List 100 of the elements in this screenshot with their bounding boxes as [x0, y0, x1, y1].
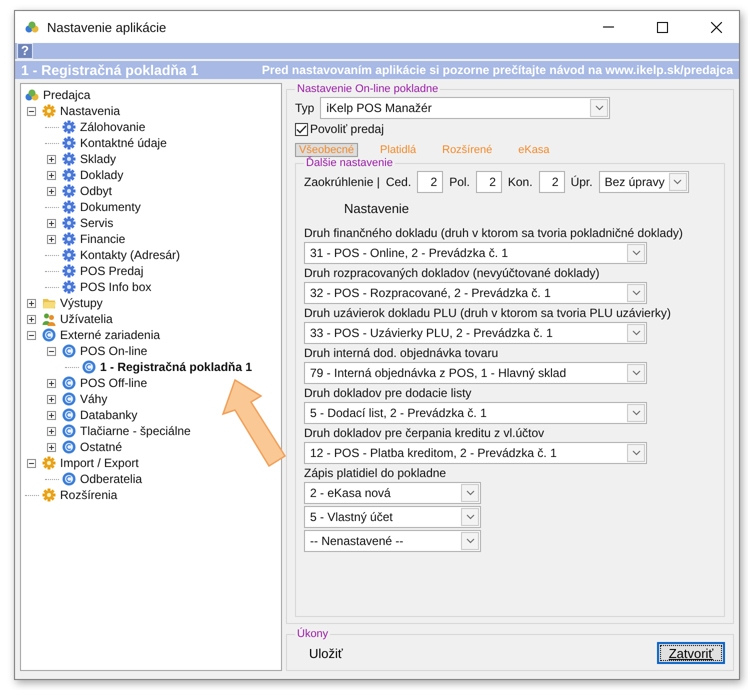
dropdown-field[interactable]: 5 - Vlastný účet: [304, 506, 481, 528]
coin-icon: [82, 360, 96, 374]
tree-item[interactable]: POS Off-line: [79, 376, 148, 390]
tree-item[interactable]: Servis: [79, 216, 114, 230]
dropdown-field[interactable]: 33 - POS - Uzávierky PLU, 2 - Prevádzka č. 1: [304, 322, 647, 344]
section-title: Nastavenie: [344, 201, 410, 216]
tree-item[interactable]: Predajca: [42, 88, 92, 102]
dropdown-field[interactable]: 2 - eKasa nová: [304, 482, 481, 504]
field-label: Úpr.: [570, 175, 593, 189]
gear-icon: [62, 280, 76, 294]
tree-item[interactable]: Odbyt: [79, 184, 114, 198]
gear-icon: [62, 248, 76, 262]
help-button[interactable]: ?: [17, 43, 33, 59]
checkbox-label: Povoliť predaj: [310, 122, 384, 136]
tree-item[interactable]: Externé zariadenia: [59, 328, 162, 342]
expander-toggle[interactable]: [47, 426, 56, 436]
tree-item[interactable]: POS On-line: [79, 344, 148, 358]
save-button[interactable]: Uložiť: [309, 646, 343, 660]
field-label: Druh dokladov pre dodacie listy: [304, 386, 472, 400]
tree-item[interactable]: Financie: [79, 232, 126, 246]
chevron-icon: [673, 179, 682, 185]
dropdown-field[interactable]: iKelp POS Manažér: [320, 97, 610, 119]
expander-toggle[interactable]: [47, 154, 56, 164]
type-label: Typ: [295, 101, 314, 115]
tree-item[interactable]: Import / Export: [59, 456, 140, 470]
coin-icon: [62, 472, 76, 486]
group-legend: Nastavenie On-line pokladne: [295, 83, 440, 95]
tree-item[interactable]: Ostatné: [79, 440, 124, 454]
tree-item[interactable]: 1 - Registračná pokladňa 1: [99, 360, 254, 374]
tree-item[interactable]: POS Info box: [79, 280, 152, 294]
dropdown-field[interactable]: 12 - POS - Platba kreditom, 2 - Prevádzka č. 1: [304, 442, 647, 464]
chevron-icon: [632, 250, 640, 256]
expander-toggle[interactable]: [47, 218, 56, 228]
dropdown-field[interactable]: 32 - POS - Rozpracované, 2 - Prevádzka č. 1: [304, 282, 647, 304]
rounding-label: Zaokrúhlenie |: [304, 175, 380, 189]
gear-icon: [62, 120, 76, 134]
page-title: 1 - Registračná pokladňa 1: [21, 62, 198, 78]
expander-toggle[interactable]: [47, 346, 56, 356]
tree-item[interactable]: Zálohovanie: [79, 120, 146, 134]
tree-item[interactable]: Nastavenia: [59, 104, 122, 118]
tree-item[interactable]: POS Predaj: [79, 264, 144, 278]
tree-item[interactable]: Databanky: [79, 408, 138, 422]
tree-item[interactable]: Odberatelia: [79, 472, 144, 486]
coin-icon: [62, 344, 76, 358]
close-button[interactable]: Zatvoriť: [657, 642, 725, 664]
tree-item[interactable]: Kontakty (Adresár): [79, 248, 182, 262]
expander-toggle[interactable]: [47, 442, 56, 452]
gear-icon: [62, 264, 76, 278]
coin-icon: [62, 408, 76, 422]
dropdown-field[interactable]: -- Nenastavené --: [304, 530, 481, 552]
tree-item[interactable]: Tlačiarne - špeciálne: [79, 424, 192, 438]
expander-toggle[interactable]: [27, 330, 36, 340]
expander-toggle[interactable]: [27, 458, 36, 468]
group-legend: Úkony: [295, 628, 330, 640]
expander-toggle[interactable]: [47, 186, 56, 196]
dropdown-field[interactable]: 79 - Interná objednávka z POS, 1 - Hlavný sklad: [304, 362, 647, 384]
coin-icon: [62, 376, 76, 390]
coin-icon: [62, 424, 76, 438]
gear-icon: [62, 232, 76, 246]
field-label: Druh interná dod. objednávka tovaru: [304, 346, 500, 360]
expander-toggle[interactable]: [47, 410, 56, 420]
dropdown-field[interactable]: 5 - Dodací list, 2 - Prevádzka č. 1: [304, 402, 647, 424]
expander-toggle[interactable]: [27, 298, 36, 308]
chevron-icon: [632, 330, 640, 336]
chevron-icon: [466, 490, 474, 496]
field-label: Zápis platidiel do pokladne: [304, 466, 448, 480]
chevron-icon: [632, 450, 640, 456]
coin-icon: [62, 392, 76, 406]
expander-toggle[interactable]: [47, 170, 56, 180]
tree-item[interactable]: Kontaktné údaje: [79, 136, 168, 150]
expander-toggle[interactable]: [27, 106, 36, 116]
field-label: Druh dokladov pre čerpania kreditu z vl.účtov: [304, 426, 546, 440]
sale-checkbox[interactable]: [295, 122, 308, 136]
number-field[interactable]: 2: [417, 171, 444, 193]
chevron-icon: [632, 290, 640, 296]
gear-icon: [62, 168, 76, 182]
gear-icon: [42, 488, 56, 502]
number-field[interactable]: 2: [476, 171, 502, 193]
dropdown-field[interactable]: Bez úpravy: [598, 171, 689, 193]
gear-icon: [62, 136, 76, 150]
field-label: Pol.: [449, 175, 470, 189]
tree-item[interactable]: Užívatelia: [59, 312, 114, 326]
field-label: Ced.: [386, 175, 412, 189]
dropdown-field[interactable]: 31 - POS - Online, 2 - Prevádzka č. 1: [304, 242, 647, 264]
tree-item[interactable]: Váhy: [79, 392, 108, 406]
expander-toggle[interactable]: [27, 314, 36, 324]
coin-icon: [62, 440, 76, 454]
tree-item[interactable]: Výstupy: [59, 296, 104, 310]
gear-icon: [42, 104, 56, 118]
number-field[interactable]: 2: [538, 171, 565, 193]
expander-toggle[interactable]: [47, 378, 56, 388]
expander-toggle[interactable]: [47, 394, 56, 404]
tree-item[interactable]: Sklady: [79, 152, 118, 166]
expander-toggle[interactable]: [47, 234, 56, 244]
tree-item[interactable]: Dokumenty: [79, 200, 142, 214]
window-title: Nastavenie aplikácie: [47, 20, 168, 34]
tree-item[interactable]: Doklady: [79, 168, 124, 182]
field-label: Druh rozpracovaných dokladov (nevyúčtované doklady): [304, 266, 600, 280]
notice-text: Pred nastavovaním aplikácie si pozorne prečítajte návod na www.ikelp.sk/predajca: [262, 63, 733, 77]
tree-item[interactable]: Rozšírenia: [59, 488, 118, 502]
